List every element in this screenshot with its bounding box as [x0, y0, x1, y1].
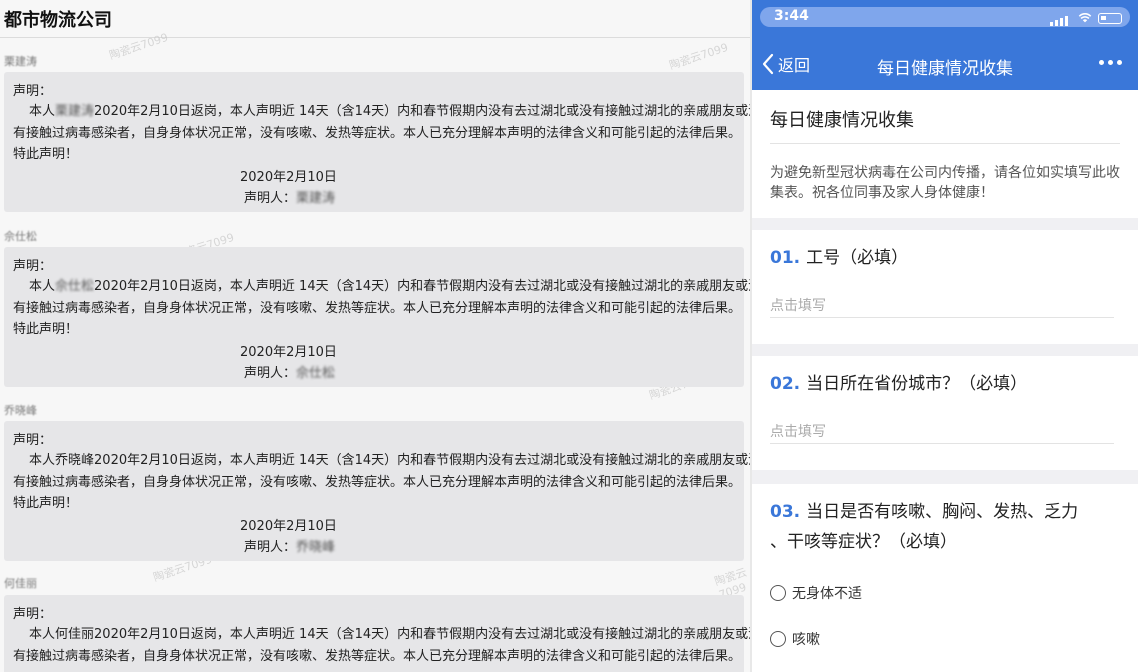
declaration-date: 2020年2月10日 — [240, 345, 337, 360]
status-pill — [760, 7, 1130, 27]
question-number: 02. — [770, 374, 801, 394]
declaration-signature: 声明人：佘仕松 — [244, 366, 336, 381]
form-description: 为避免新型冠状病毒在公司内传播，请各位如实填写此收集表。祝各位同事及家人身体健康… — [770, 165, 1120, 201]
declarant-name: 栗建涛 — [4, 55, 37, 68]
declaration-signature: 声明人：乔晓峰 — [244, 540, 336, 555]
option-no-discomfort[interactable]: 无身体不适 — [770, 583, 862, 603]
watermark: 陶瓷云7099 — [667, 40, 730, 73]
declarant-name: 佘仕松 — [4, 230, 37, 243]
form-intro-card: 每日健康情况收集 为避免新型冠状病毒在公司内传播，请各位如实填写此收集表。祝各位… — [752, 90, 1138, 218]
declaration-text: 本人乔晓峰2020年2月10日返岗，本人声明近 14天（含14天）内和春节假期内… — [13, 453, 750, 511]
declaration-signature: 声明人：栗建涛 — [244, 191, 336, 206]
declarant-inline-name: 乔晓峰 — [55, 453, 95, 468]
battery-icon — [1098, 13, 1122, 24]
question-card: 01. 工号（必填） — [752, 230, 1138, 344]
declaration-card: 声明： 本人栗建涛2020年2月10日返岗，本人声明近 14天（含14天）内和春… — [4, 72, 750, 212]
city-input[interactable] — [770, 420, 1114, 444]
status-bar: 3:44 — [752, 0, 1138, 36]
employee-id-input[interactable] — [770, 294, 1114, 318]
declaration-text: 本人何佳丽2020年2月10日返岗，本人声明近 14天（含14天）内和春节假期内… — [13, 627, 750, 664]
question-title: 02. 当日所在省份城市？（必填） — [770, 374, 1028, 394]
nav-bar: 返回 每日健康情况收集 — [752, 36, 1138, 90]
declarant-inline-name: 何佳丽 — [55, 627, 95, 642]
declaration-heading: 声明： — [13, 607, 53, 622]
status-time: 3:44 — [774, 8, 809, 24]
form-title-divider — [770, 143, 1120, 144]
phone-form-panel: 3:44 返回 每日健康情况收集 每日健康情况收集 为避免新型冠状病毒在公司内传… — [752, 0, 1138, 672]
declaration-heading: 声明： — [13, 84, 53, 99]
declaration-text: 本人栗建涛2020年2月10日返岗，本人声明近 14天（含14天）内和春节假期内… — [13, 104, 750, 162]
nav-title: 每日健康情况收集 — [877, 59, 1013, 79]
option-label: 无身体不适 — [792, 586, 862, 602]
declaration-card: 声明： 本人佘仕松2020年2月10日返岗，本人声明近 14天（含14天）内和春… — [4, 247, 750, 387]
declaration-panel: 都市物流公司 陶瓷云7099 陶瓷云7099 陶瓷云7099 陶瓷云7099 陶… — [0, 0, 750, 672]
declaration-date: 2020年2月10日 — [240, 170, 337, 185]
option-cough[interactable]: 咳嗽 — [770, 629, 820, 649]
blurred-name: 栗建涛 — [55, 104, 95, 119]
question-number: 03. — [770, 502, 801, 522]
question-title-continued: 、干咳等症状？（必填） — [770, 532, 957, 552]
question-number: 01. — [770, 248, 801, 268]
declaration-date: 2020年2月10日 — [240, 519, 337, 534]
app-title: 都市物流公司 — [4, 10, 112, 31]
watermark: 陶瓷云7099 — [107, 30, 170, 63]
wifi-icon — [1078, 13, 1092, 23]
option-label: 咳嗽 — [792, 632, 820, 648]
form-title: 每日健康情况收集 — [770, 110, 914, 131]
radio-icon[interactable] — [770, 631, 786, 647]
radio-icon[interactable] — [770, 585, 786, 601]
more-icon[interactable] — [1099, 60, 1122, 65]
declaration-heading: 声明： — [13, 433, 53, 448]
question-card: 02. 当日所在省份城市？（必填） — [752, 356, 1138, 470]
declaration-text: 本人佘仕松2020年2月10日返岗，本人声明近 14天（含14天）内和春节假期内… — [13, 279, 750, 337]
signal-icon — [1050, 14, 1072, 26]
question-title: 03. 当日是否有咳嗽、胸闷、发热、乏力 — [770, 502, 1079, 522]
declarant-name: 乔晓峰 — [4, 404, 37, 417]
blurred-name: 佘仕松 — [55, 279, 95, 294]
declarant-name: 何佳丽 — [4, 577, 37, 590]
declaration-card: 声明： 本人乔晓峰2020年2月10日返岗，本人声明近 14天（含14天）内和春… — [4, 421, 750, 561]
declaration-heading: 声明： — [13, 259, 53, 274]
question-card: 03. 当日是否有咳嗽、胸闷、发热、乏力 、干咳等症状？（必填） 无身体不适 咳嗽 — [752, 484, 1138, 672]
question-title: 01. 工号（必填） — [770, 248, 909, 268]
title-divider — [0, 37, 750, 38]
declaration-card: 声明： 本人何佳丽2020年2月10日返岗，本人声明近 14天（含14天）内和春… — [4, 595, 750, 672]
